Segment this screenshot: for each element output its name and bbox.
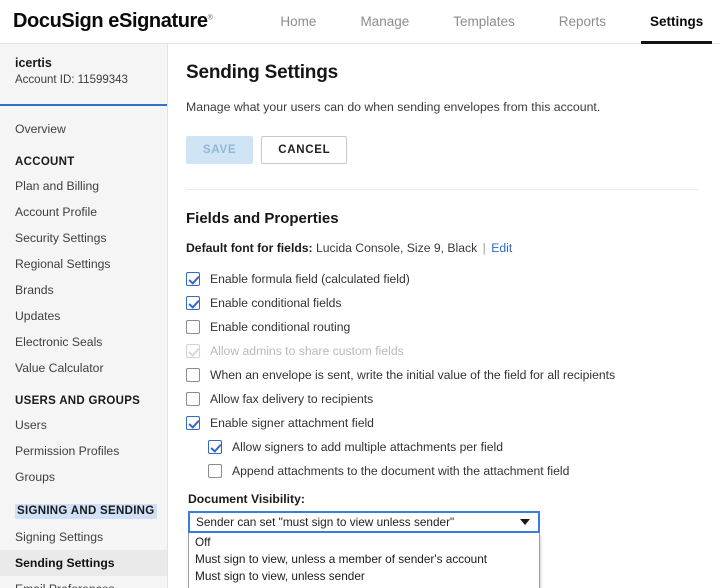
checkbox-row[interactable]: Enable conditional fields — [186, 291, 698, 314]
nav-label-manage: Manage — [360, 14, 410, 29]
checkbox-4[interactable] — [186, 367, 200, 382]
sidebar-item-updates[interactable]: Updates — [0, 303, 167, 329]
checkbox-label: Enable conditional fields — [210, 295, 342, 310]
checkbox-label: Allow admins to share custom fields — [210, 343, 404, 358]
sidebar-item-users[interactable]: Users — [0, 412, 167, 438]
checkbox-label: Enable formula field (calculated field) — [210, 271, 410, 286]
page-body: icertis Account ID: 11599343 Overview ACC… — [0, 44, 720, 588]
font-row-separator: | — [482, 241, 486, 255]
account-id: Account ID: 11599343 — [15, 74, 128, 86]
nav-label-templates: Templates — [453, 14, 515, 29]
checkbox-label: Allow signers to add multiple attachment… — [232, 439, 503, 454]
checkbox-row[interactable]: When an envelope is sent, write the init… — [186, 363, 698, 386]
default-font-row: Default font for fields: Lucida Console,… — [186, 241, 698, 255]
document-visibility-option-1[interactable]: Must sign to view, unless a member of se… — [189, 551, 539, 568]
nav-item-reports[interactable]: Reports — [537, 0, 628, 44]
sidebar-item-value-calculator[interactable]: Value Calculator — [0, 355, 167, 381]
section-divider — [186, 189, 698, 190]
sidebar-item-electronic-seals[interactable]: Electronic Seals — [0, 329, 167, 355]
sidebar-item-plan-and-billing[interactable]: Plan and Billing — [0, 173, 167, 199]
edit-default-font-link[interactable]: Edit — [491, 241, 512, 255]
fields-and-properties-checkbox-list: Enable formula field (calculated field) E… — [186, 267, 698, 482]
checkbox-row[interactable]: Enable formula field (calculated field) — [186, 267, 698, 290]
sidebar-item-sending-settings[interactable]: Sending Settings — [0, 550, 167, 576]
nav-label-settings: Settings — [650, 14, 704, 29]
sidebar-group-heading-account: ACCOUNT — [15, 156, 75, 168]
nav-item-templates[interactable]: Templates — [431, 0, 537, 44]
checkbox-8[interactable] — [208, 463, 222, 478]
checkbox-2[interactable] — [186, 319, 200, 334]
sidebar-item-permission-profiles[interactable]: Permission Profiles — [0, 438, 167, 464]
main-content: Sending Settings Manage what your users … — [168, 44, 720, 588]
checkbox-0[interactable] — [186, 271, 200, 286]
account-info-block: icertis Account ID: 11599343 — [0, 44, 167, 96]
nav-label-reports: Reports — [558, 14, 607, 29]
sidebar-nav-list: Overview ACCOUNT Plan and Billing Account P… — [0, 106, 167, 588]
account-name: icertis — [15, 56, 52, 70]
document-visibility-option-0[interactable]: Off — [189, 534, 539, 551]
checkbox-label: Enable conditional routing — [210, 319, 351, 334]
section-title-fields-and-properties: Fields and Properties — [186, 210, 339, 227]
main-navigation: Home Manage Templates Reports Settings — [258, 0, 720, 44]
checkbox-label: Enable signer attachment field — [210, 415, 374, 430]
checkbox-row[interactable]: Allow fax delivery to recipients — [186, 387, 698, 410]
document-visibility-select-wrapper: Sender can set "must sign to view unless… — [188, 511, 575, 588]
trademark-symbol: ® — [207, 14, 213, 22]
settings-sidebar: icertis Account ID: 11599343 Overview ACC… — [0, 44, 168, 588]
checkbox-row[interactable]: Allow admins to share custom fields — [186, 339, 698, 362]
checkbox-row[interactable]: Enable conditional routing — [186, 315, 698, 338]
sidebar-item-brands[interactable]: Brands — [0, 277, 167, 303]
checkbox-3 — [186, 343, 200, 358]
action-button-row: SAVE CANCEL — [186, 136, 698, 164]
nav-item-home[interactable]: Home — [258, 0, 338, 44]
checkbox-row[interactable]: Allow signers to add multiple attachment… — [186, 435, 698, 458]
chevron-down-icon — [520, 519, 530, 525]
sidebar-item-regional-settings[interactable]: Regional Settings — [0, 251, 167, 277]
nav-item-settings[interactable]: Settings — [628, 0, 720, 44]
nav-label-home: Home — [280, 14, 317, 29]
sidebar-item-security-settings[interactable]: Security Settings — [0, 225, 167, 251]
document-visibility-option-2[interactable]: Must sign to view, unless sender — [189, 568, 539, 585]
top-header-bar: DocuSign eSignature® Home Manage Templat… — [0, 0, 720, 44]
sidebar-item-groups[interactable]: Groups — [0, 464, 167, 490]
sidebar-item-signing-settings[interactable]: Signing Settings — [0, 524, 167, 550]
checkbox-row[interactable]: Enable signer attachment field — [186, 411, 698, 434]
sidebar-group-heading-users-and-groups: USERS AND GROUPS — [15, 395, 141, 407]
checkbox-7[interactable] — [208, 439, 222, 454]
sidebar-group-heading-signing-and-sending: SIGNING AND SENDING — [15, 504, 157, 519]
brand-text: DocuSign eSignature — [13, 10, 208, 32]
default-font-label: Default font for fields: — [186, 241, 313, 255]
nav-item-manage[interactable]: Manage — [338, 0, 431, 44]
checkbox-label: Allow fax delivery to recipients — [210, 391, 374, 406]
cancel-button[interactable]: CANCEL — [261, 136, 348, 164]
save-button[interactable]: SAVE — [186, 136, 254, 164]
document-visibility-select[interactable]: Sender can set "must sign to view unless… — [188, 511, 540, 533]
checkbox-5[interactable] — [186, 391, 200, 406]
document-visibility-options-list: Off Must sign to view, unless a member of… — [188, 533, 575, 588]
checkbox-row[interactable]: Append attachments to the document with … — [186, 459, 698, 482]
document-visibility-selected-value: Sender can set "must sign to view unless… — [196, 515, 455, 529]
sidebar-item-account-profile[interactable]: Account Profile — [0, 199, 167, 225]
sidebar-item-email-preferences[interactable]: Email Preferences — [0, 576, 167, 588]
default-font-value: Lucida Console, Size 9, Black — [316, 241, 478, 255]
checkbox-6[interactable] — [186, 415, 200, 430]
sidebar-item-overview[interactable]: Overview — [0, 116, 167, 142]
checkbox-1[interactable] — [186, 295, 200, 310]
document-visibility-label: Document Visibility: — [188, 492, 305, 506]
checkbox-label: Append attachments to the document with … — [232, 463, 570, 478]
page-subtitle: Manage what your users can do when sendi… — [186, 100, 601, 114]
page-title: Sending Settings — [186, 62, 338, 83]
checkbox-label: When an envelope is sent, write the init… — [210, 367, 616, 382]
docusign-logo[interactable]: DocuSign eSignature® — [0, 10, 213, 33]
